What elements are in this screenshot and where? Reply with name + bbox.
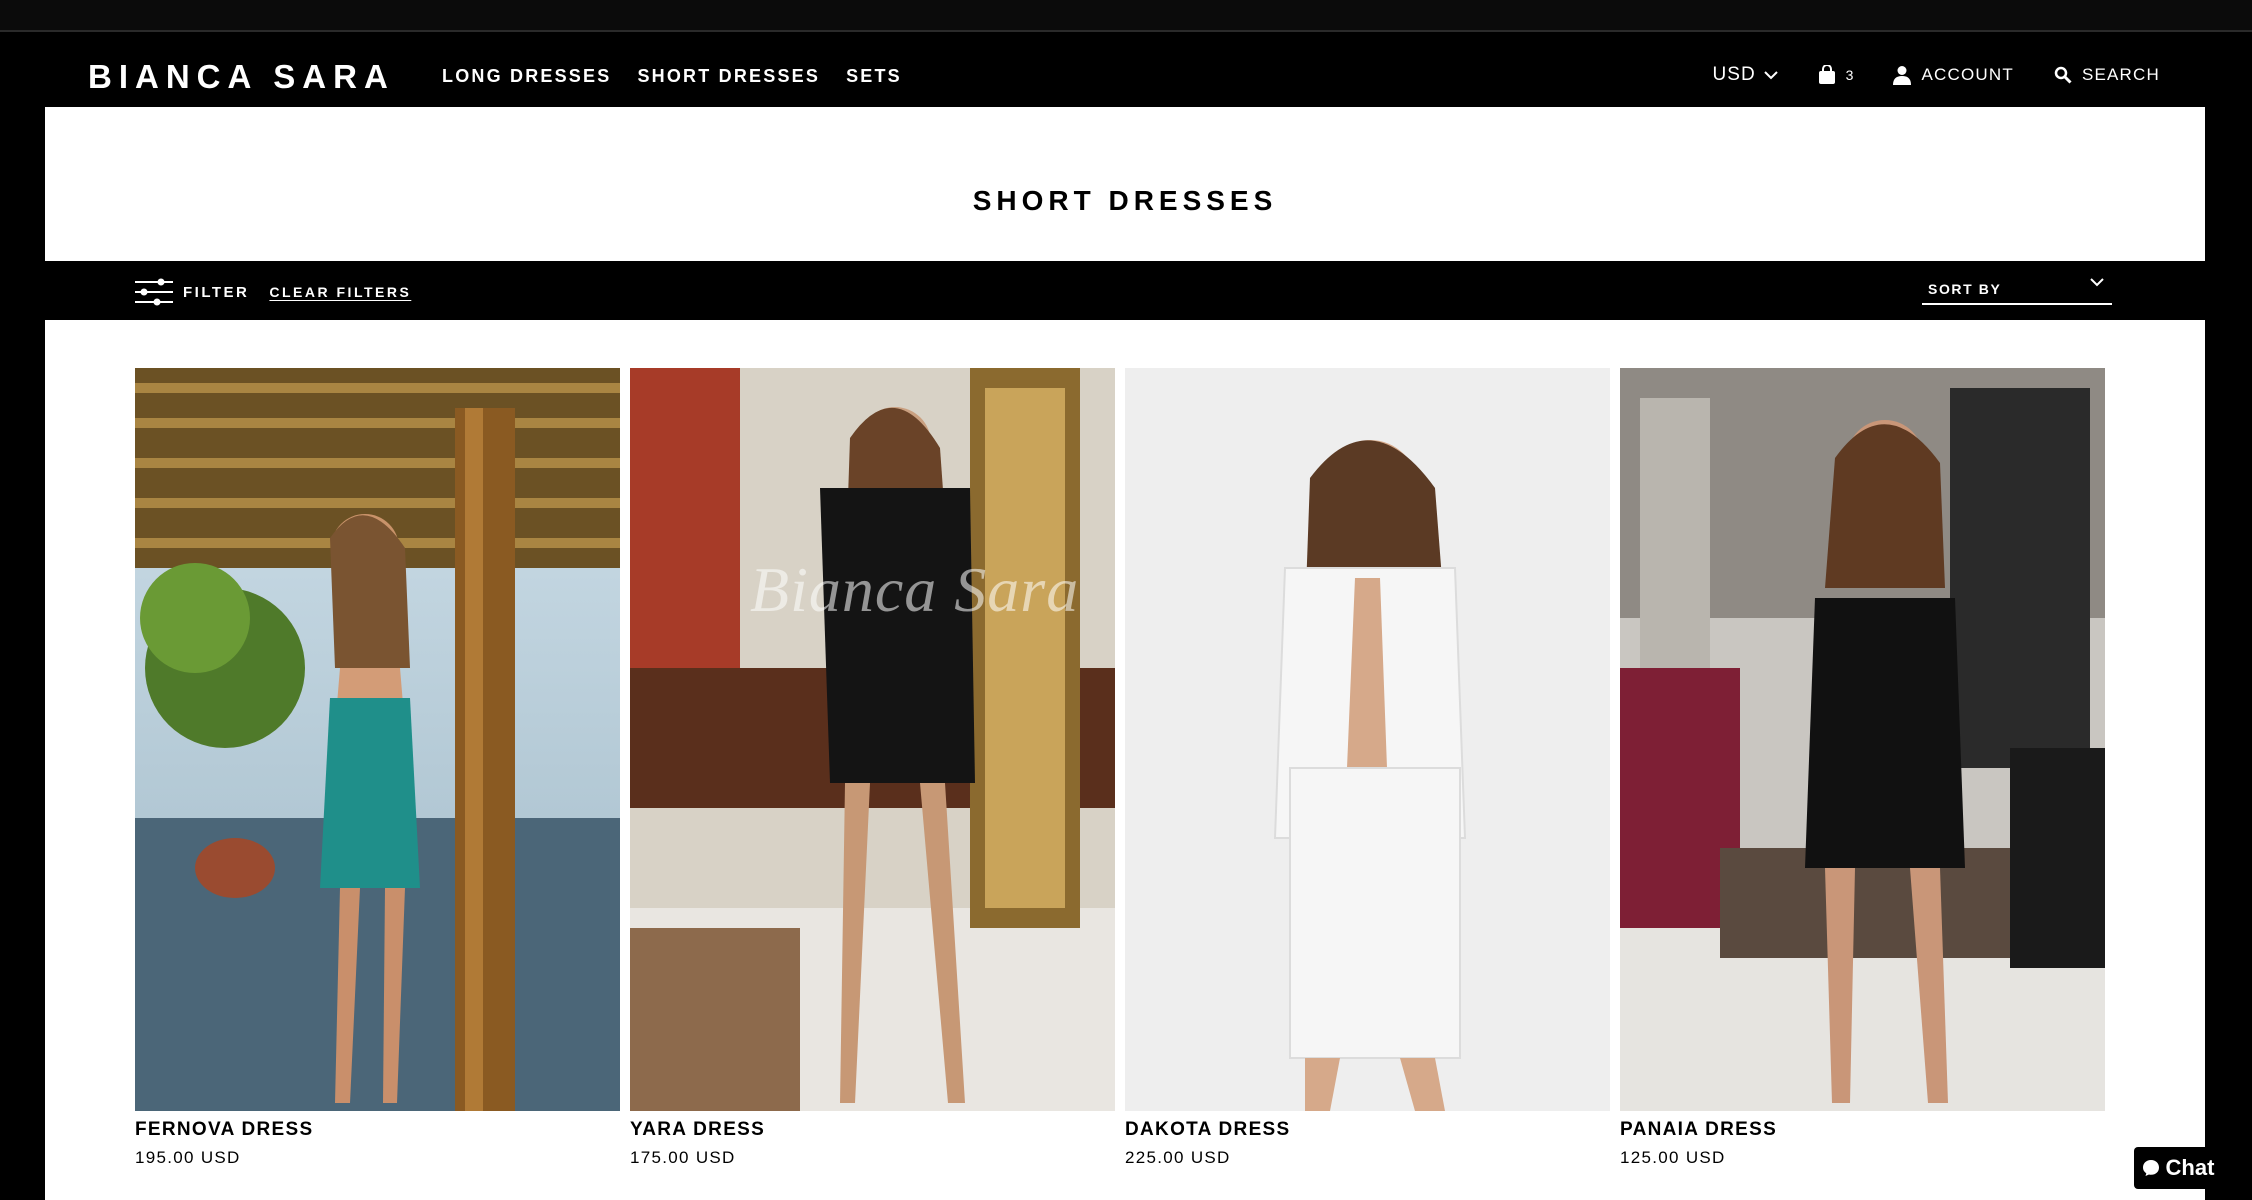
chevron-down-icon (2090, 278, 2104, 287)
account-link[interactable]: ACCOUNT (1893, 65, 2013, 85)
filter-bar: FILTER CLEAR FILTERS SORT BY (45, 261, 2205, 320)
product-grid: FERNOVA DRESS 195.00 USD Bianca Sara YAR… (45, 320, 2205, 1200)
product-name[interactable]: PANAIA DRESS (1620, 1119, 2105, 1141)
collection-header: SHORT DRESSES (45, 107, 2205, 261)
watermark-text: Bianca Sara (750, 554, 1080, 625)
brand-logo[interactable]: BIANCA SARA (88, 58, 395, 96)
main-nav: LONG DRESSES SHORT DRESSES SETS (442, 66, 902, 87)
currency-label: USD (1712, 64, 1756, 85)
browser-top-strip (0, 0, 2252, 32)
chevron-down-icon (1763, 71, 1778, 80)
site-header: BIANCA SARA LONG DRESSES SHORT DRESSES S… (0, 32, 2252, 107)
product-price: 125.00 USD (1620, 1148, 1726, 1167)
product-name[interactable]: YARA DRESS (630, 1119, 1115, 1141)
nav-sets[interactable]: SETS (846, 66, 902, 87)
cart-count: 3 (1845, 67, 1854, 83)
currency-selector[interactable]: USD (1713, 64, 1778, 86)
product-image[interactable] (1125, 368, 1610, 1111)
product-card[interactable]: DAKOTA DRESS 225.00 USD (1125, 368, 1610, 1168)
chat-label: Chat (2165, 1155, 2215, 1180)
search-label: SEARCH (2081, 65, 2160, 84)
filter-button[interactable]: FILTER (183, 284, 249, 301)
search-icon (2054, 66, 2072, 84)
header-actions: USD 3 ACCOUNT SEARCH (1673, 64, 2160, 86)
product-name[interactable]: FERNOVA DRESS (135, 1119, 620, 1141)
product-price: 225.00 USD (1125, 1148, 1231, 1167)
nav-short-dresses[interactable]: SHORT DRESSES (637, 66, 820, 87)
account-label: ACCOUNT (1921, 65, 2014, 84)
product-image[interactable] (135, 368, 620, 1111)
product-card[interactable]: PANAIA DRESS 125.00 USD (1620, 368, 2105, 1168)
clear-filters-link[interactable]: CLEAR FILTERS (269, 284, 411, 300)
shopping-bag-icon (1818, 65, 1836, 85)
product-image[interactable]: Bianca Sara (630, 368, 1115, 1111)
chat-button[interactable]: Chat (2134, 1147, 2222, 1189)
product-image[interactable] (1620, 368, 2105, 1111)
sort-label: SORT BY (1928, 281, 2002, 297)
user-icon (1893, 65, 1912, 85)
product-card[interactable]: FERNOVA DRESS 195.00 USD (135, 368, 620, 1168)
search-link[interactable]: SEARCH (2054, 65, 2160, 85)
product-price: 195.00 USD (135, 1148, 241, 1167)
cart-button[interactable]: 3 (1818, 65, 1854, 85)
sort-dropdown[interactable]: SORT BY (1922, 275, 2112, 305)
product-name[interactable]: DAKOTA DRESS (1125, 1119, 1610, 1141)
filter-sliders-icon[interactable] (135, 278, 173, 306)
product-card[interactable]: Bianca Sara YARA DRESS 175.00 USD (630, 368, 1115, 1168)
page-title: SHORT DRESSES (972, 185, 1278, 216)
nav-long-dresses[interactable]: LONG DRESSES (442, 66, 611, 87)
filter-controls: FILTER CLEAR FILTERS (135, 278, 411, 306)
chat-bubble-icon (2142, 1160, 2159, 1176)
product-price: 175.00 USD (630, 1148, 736, 1167)
